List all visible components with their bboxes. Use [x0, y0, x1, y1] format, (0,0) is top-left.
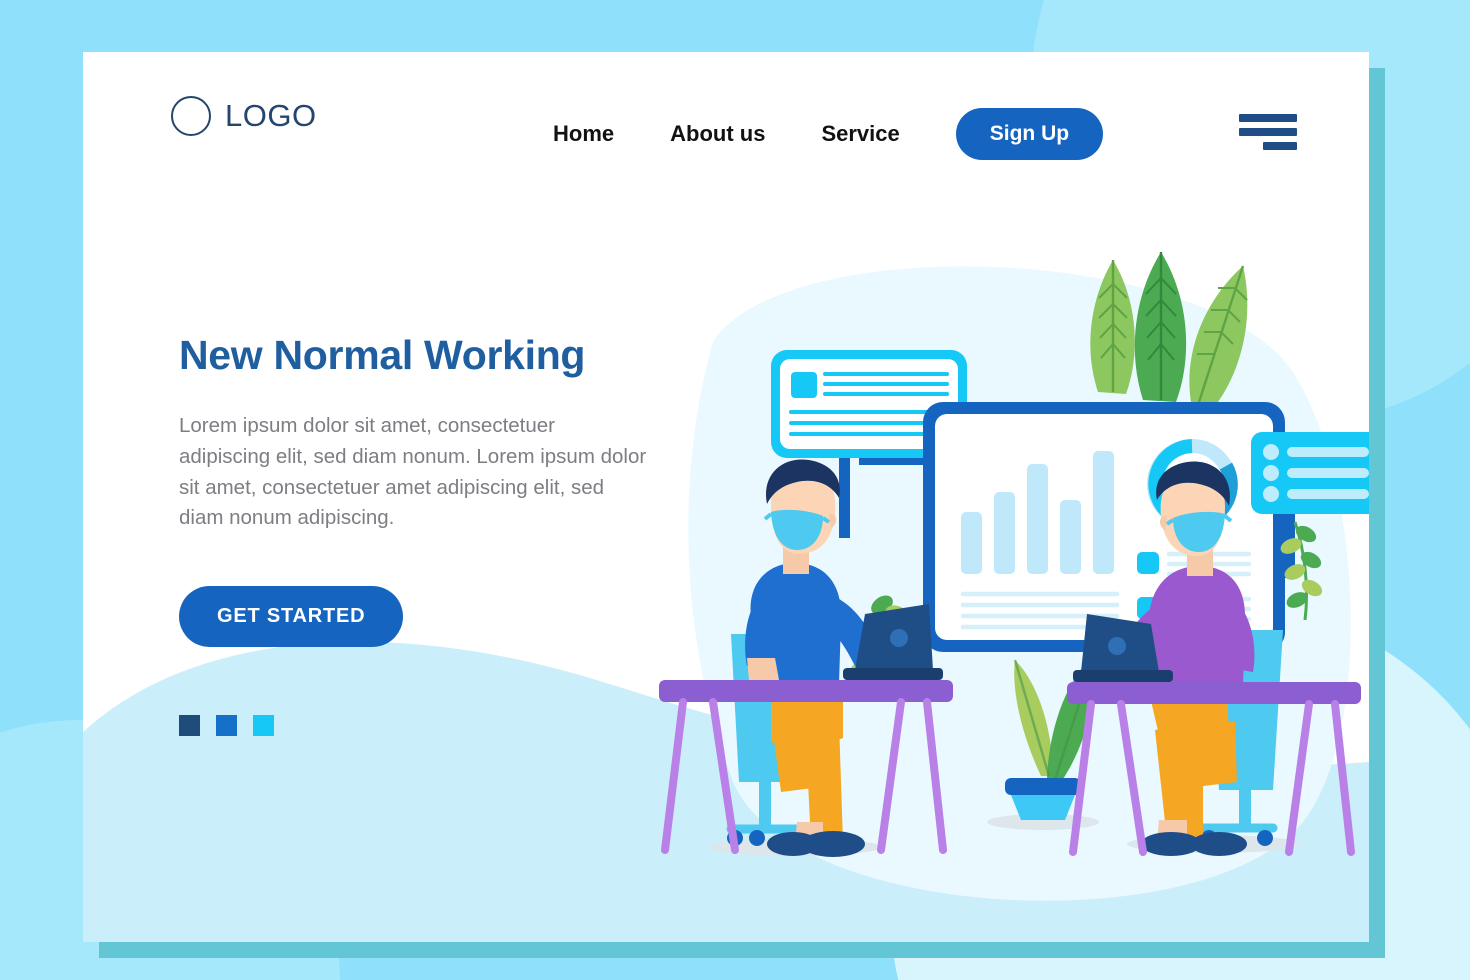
landing-page-card: LOGO Home About us Service Sign Up New N…	[83, 52, 1369, 942]
new-normal-working-illustration	[659, 252, 1369, 901]
sign-up-button[interactable]: Sign Up	[955, 108, 1104, 160]
list-card	[1251, 432, 1369, 514]
slider-dots	[179, 715, 699, 737]
list-card-rows	[1263, 444, 1369, 502]
hamburger-bar-2	[1239, 128, 1297, 136]
hamburger-menu-icon[interactable]	[1239, 114, 1297, 150]
bar-1	[961, 512, 982, 574]
slider-dot-2[interactable]	[216, 715, 237, 737]
logo[interactable]: LOGO	[171, 96, 317, 136]
hamburger-bar-3	[1263, 142, 1297, 150]
bar-4	[1060, 500, 1081, 574]
bar-3	[1027, 464, 1048, 574]
logo-text: LOGO	[225, 98, 317, 133]
get-started-button[interactable]: GET STARTED	[179, 586, 404, 648]
leaves-behind-screen	[1090, 252, 1248, 406]
page-title: New Normal Working	[179, 332, 586, 378]
slider-dot-1[interactable]	[179, 715, 200, 737]
notification-thumbnail	[791, 372, 817, 398]
circle-outline-icon	[171, 96, 211, 136]
bar-5	[1093, 451, 1114, 574]
list-bullet-1	[1137, 552, 1159, 574]
slider-dot-3[interactable]	[253, 715, 274, 737]
site-header: LOGO Home About us Service Sign Up	[83, 52, 1369, 202]
hamburger-bar-1	[1239, 114, 1297, 122]
main-navigation: Home About us Service Sign Up	[553, 108, 1104, 160]
hero-description: Lorem ipsum dolor sit amet, consectetuer…	[179, 414, 647, 530]
nav-item-about-us[interactable]: About us	[670, 121, 765, 147]
nav-item-service[interactable]: Service	[821, 121, 899, 147]
nav-item-home[interactable]: Home	[553, 121, 614, 147]
hero-section: New Normal Working Lorem ipsum dolor sit…	[179, 332, 699, 737]
bar-2	[994, 492, 1015, 574]
